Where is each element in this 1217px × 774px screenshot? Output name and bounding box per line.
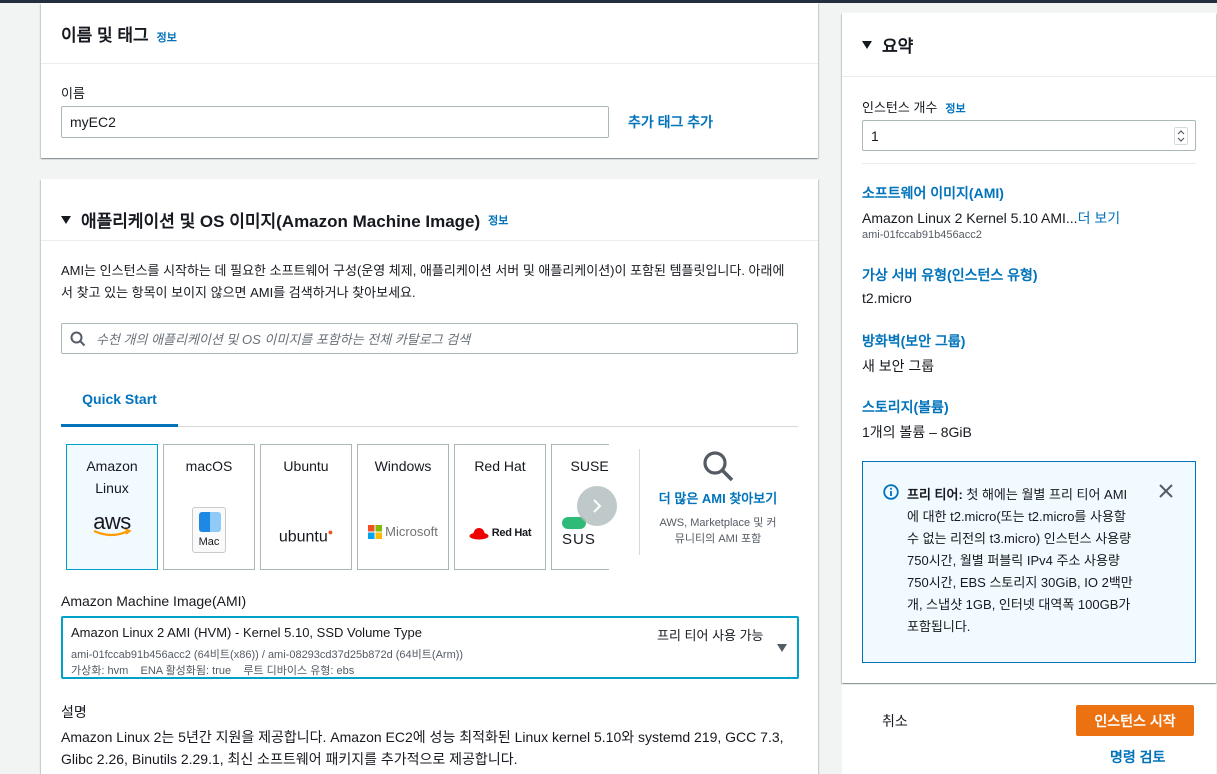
summary-panel: 요약 인스턴스 개수 정보 1 소프트웨어 이미지(AMI) Amazon Lin…	[842, 13, 1216, 683]
ami-select-meta: 가상화: hvm ENA 활성화됨: true 루트 디바이스 유형: ebs	[71, 665, 355, 677]
ami-description-label: 설명	[61, 704, 87, 720]
ami-select[interactable]: Amazon Linux 2 AMI (HVM) - Kernel 5.10, …	[61, 616, 799, 679]
os-option-red-hat[interactable]: Red Hat Red Hat	[454, 444, 546, 570]
os-option-ubuntu[interactable]: Ubuntu ubuntu●	[260, 444, 352, 570]
name-and-tags-info-link[interactable]: 정보	[157, 32, 177, 44]
name-label: 이름	[61, 86, 85, 101]
instances-count-input[interactable]: 1	[862, 120, 1196, 151]
carousel-next-button[interactable]	[577, 486, 617, 526]
software-image-id: ami-01fccab91b456acc2	[862, 229, 982, 241]
info-icon	[883, 484, 899, 500]
free-tier-badge: 프리 티어 사용 가능	[657, 628, 764, 643]
collapse-caret-icon[interactable]	[61, 215, 71, 224]
aws-logo-icon: aws	[93, 509, 132, 537]
ami-search-placeholder: 수천 개의 애플리케이션 및 OS 이미지를 포함하는 전체 카탈로그 검색	[96, 332, 471, 347]
browse-divider	[639, 449, 640, 555]
summary-header[interactable]: 요약	[842, 13, 1216, 77]
name-and-tags-title: 이름 및 태그	[61, 26, 149, 45]
os-option-label: Windows	[374, 458, 432, 474]
name-and-tags-header: 이름 및 태그 정보	[41, 3, 818, 64]
review-commands-link[interactable]: 명령 검토	[1110, 747, 1165, 767]
name-and-tags-panel: 이름 및 태그 정보 이름 myEC2 추가 태그 추가	[41, 3, 818, 158]
ami-description-text: Amazon Linux 2는 5년간 지원을 제공합니다. Amazon EC…	[61, 729, 784, 767]
tab-quick-start[interactable]: Quick Start	[61, 380, 178, 427]
red-hat-logo-icon: Red Hat	[455, 522, 545, 544]
storage-link[interactable]: 스토리지(볼륨)	[862, 397, 949, 417]
free-tier-alert: 프리 티어: 첫 해에는 월별 프리 티어 AMI 에 대한 t2.micro(…	[862, 461, 1196, 663]
summary-title: 요약	[882, 37, 914, 56]
free-tier-alert-text: 프리 티어: 첫 해에는 월별 프리 티어 AMI 에 대한 t2.micro(…	[907, 487, 1133, 634]
os-option-windows[interactable]: Windows Microsoft	[357, 444, 449, 570]
add-tags-link[interactable]: 추가 태그 추가	[628, 112, 713, 132]
os-option-macos[interactable]: macOS Mac	[163, 444, 255, 570]
collapse-caret-icon[interactable]	[862, 40, 872, 49]
search-icon	[703, 451, 734, 482]
os-option-label: Ubuntu	[283, 458, 329, 474]
caret-down-icon	[777, 644, 787, 652]
cancel-button[interactable]: 취소	[882, 711, 908, 731]
ami-select-label: Amazon Machine Image(AMI)	[61, 593, 247, 609]
browse-more-amis[interactable]: 더 많은 AMI 찾아보기 AWS, Marketplace 및 커 뮤니티의 …	[645, 449, 791, 547]
close-icon[interactable]	[1159, 484, 1173, 498]
instance-type-link[interactable]: 가상 서버 유형(인스턴스 유형)	[862, 265, 1038, 285]
software-image-value: Amazon Linux 2 Kernel 5.10 AMI...더 보기	[862, 210, 1121, 226]
os-option-label: SUSE Li	[570, 458, 609, 474]
browse-more-subtitle: AWS, Marketplace 및 커 뮤니티의 AMI 포함	[659, 517, 777, 545]
chevron-right-icon	[593, 499, 602, 513]
ami-title: 애플리케이션 및 OS 이미지(Amazon Machine Image)	[81, 212, 481, 231]
mac-finder-icon: Mac	[164, 507, 254, 553]
ami-header[interactable]: 애플리케이션 및 OS 이미지(Amazon Machine Image) 정보	[41, 179, 818, 241]
name-input-value: myEC2	[70, 114, 116, 130]
os-option-label: Red Hat	[474, 458, 526, 474]
ami-select-name: Amazon Linux 2 AMI (HVM) - Kernel 5.10, …	[71, 625, 422, 640]
os-option-label: macOS	[185, 458, 233, 474]
instance-type-value: t2.micro	[862, 290, 912, 306]
software-image-link[interactable]: 소프트웨어 이미지(AMI)	[862, 183, 1004, 203]
browse-more-link[interactable]: 더 많은 AMI 찾아보기	[645, 488, 791, 507]
os-option-label-line2: Linux	[95, 480, 129, 496]
os-option-label: Amazon	[86, 458, 138, 474]
ami-info-link[interactable]: 정보	[488, 212, 508, 228]
instances-info-link[interactable]: 정보	[945, 103, 965, 115]
tab-quick-start-label: Quick Start	[82, 391, 157, 407]
firewall-value: 새 보안 그룹	[862, 358, 935, 374]
ami-description-line2: 서 찾고 있는 항목이 보이지 않으면 AMI를 검색하거나 찾아보세요.	[61, 285, 416, 300]
ami-description-line1: AMI는 인스턴스를 시작하는 데 필요한 소프트웨어 구성(운영 체제, 애플…	[61, 263, 785, 278]
summary-footer: 취소 인스턴스 시작 명령 검토	[842, 684, 1216, 774]
ami-search-input[interactable]: 수천 개의 애플리케이션 및 OS 이미지를 포함하는 전체 카탈로그 검색	[61, 323, 798, 354]
name-input[interactable]: myEC2	[61, 106, 609, 138]
storage-value: 1개의 볼륨 – 8GiB	[862, 424, 972, 440]
firewall-link[interactable]: 방화벽(보안 그룹)	[862, 331, 965, 351]
launch-instance-button[interactable]: 인스턴스 시작	[1076, 705, 1194, 736]
search-icon	[70, 331, 86, 346]
software-more-link[interactable]: 더 보기	[1078, 210, 1121, 226]
stepper-icon[interactable]	[1174, 127, 1188, 145]
instances-label: 인스턴스 개수 정보	[862, 100, 966, 115]
summary-divider	[862, 163, 1196, 164]
ami-panel: 애플리케이션 및 OS 이미지(Amazon Machine Image) 정보 …	[41, 179, 818, 774]
microsoft-logo-icon: Microsoft	[358, 521, 448, 543]
ami-tabs: Quick Start	[61, 380, 798, 427]
instances-count-value: 1	[871, 127, 879, 144]
os-option-amazon-linux[interactable]: Amazon Linux aws	[66, 444, 158, 570]
ami-description: AMI는 인스턴스를 시작하는 데 필요한 소프트웨어 구성(운영 체제, 애플…	[61, 260, 784, 304]
ami-select-ids: ami-01fccab91b456acc2 (64비트(x86)) / ami-…	[71, 649, 464, 661]
ubuntu-logo-icon: ubuntu●	[278, 527, 334, 546]
